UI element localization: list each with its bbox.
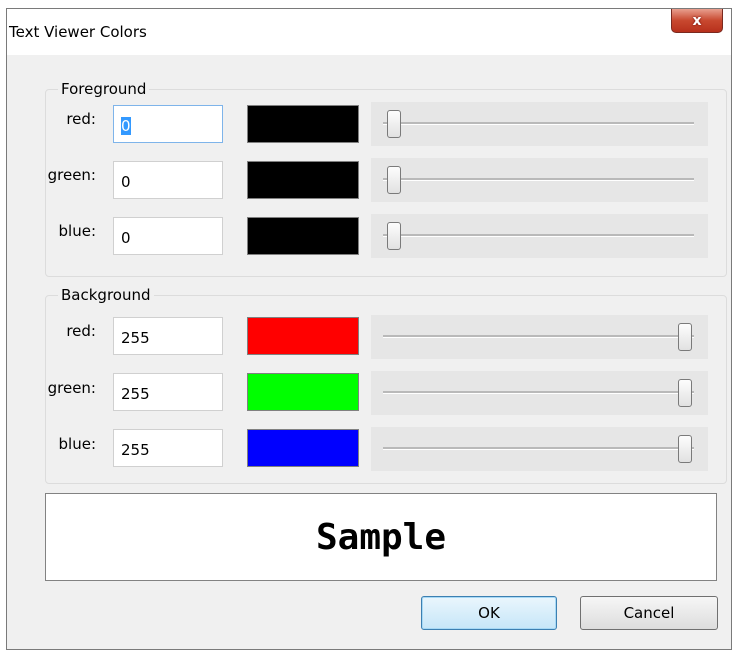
bg-green-swatch — [247, 373, 359, 411]
bg-green-label: green: — [47, 379, 96, 397]
slider-track — [383, 447, 694, 450]
bg-blue-swatch — [247, 429, 359, 467]
slider-track — [383, 335, 694, 338]
bg-red-input[interactable]: 255 — [113, 317, 223, 355]
bg-red-slider-thumb[interactable] — [678, 323, 692, 351]
bg-blue-slider-thumb[interactable] — [678, 435, 692, 463]
fg-red-label: red: — [66, 110, 96, 128]
bg-blue-slider[interactable] — [371, 427, 708, 471]
fg-red-input[interactable]: 0 — [113, 105, 223, 143]
title-bar: Text Viewer Colors x — [7, 9, 731, 55]
fg-red-slider[interactable] — [371, 102, 708, 146]
text-viewer-colors-dialog: Text Viewer Colors x Foreground red: 0 g… — [6, 8, 732, 650]
fg-blue-slider[interactable] — [371, 214, 708, 258]
ok-button[interactable]: OK — [421, 596, 557, 630]
fg-blue-slider-thumb[interactable] — [387, 222, 401, 250]
bg-red-slider[interactable] — [371, 315, 708, 359]
background-legend: Background — [58, 286, 154, 304]
slider-track — [383, 178, 694, 181]
bg-red-swatch — [247, 317, 359, 355]
bg-blue-input[interactable]: 255 — [113, 429, 223, 467]
window-title: Text Viewer Colors — [9, 23, 147, 41]
fg-blue-input[interactable]: 0 — [113, 217, 223, 255]
bg-red-label: red: — [66, 322, 96, 340]
cancel-button[interactable]: Cancel — [580, 596, 718, 630]
dialog-client: Foreground red: 0 green: 0 blue: 0 Backg… — [7, 55, 731, 649]
fg-red-swatch — [247, 105, 359, 143]
fg-blue-swatch — [247, 217, 359, 255]
bg-green-slider-thumb[interactable] — [678, 379, 692, 407]
background-group: Background red: 255 green: 255 blue: 255 — [45, 286, 727, 484]
fg-green-input[interactable]: 0 — [113, 161, 223, 199]
fg-red-slider-thumb[interactable] — [387, 110, 401, 138]
bg-green-input[interactable]: 255 — [113, 373, 223, 411]
bg-green-slider[interactable] — [371, 371, 708, 415]
slider-track — [383, 234, 694, 237]
fg-green-swatch — [247, 161, 359, 199]
bg-blue-label: blue: — [58, 435, 96, 453]
fg-blue-label: blue: — [58, 222, 96, 240]
fg-green-slider[interactable] — [371, 158, 708, 202]
sample-text: Sample — [315, 516, 447, 558]
close-icon: x — [692, 12, 702, 29]
slider-track — [383, 391, 694, 394]
slider-track — [383, 122, 694, 125]
fg-green-label: green: — [47, 166, 96, 184]
fg-green-slider-thumb[interactable] — [387, 166, 401, 194]
foreground-legend: Foreground — [58, 80, 150, 98]
sample-preview: Sample — [45, 493, 717, 581]
foreground-group: Foreground red: 0 green: 0 blue: 0 — [45, 80, 727, 277]
close-button[interactable]: x — [671, 9, 723, 33]
